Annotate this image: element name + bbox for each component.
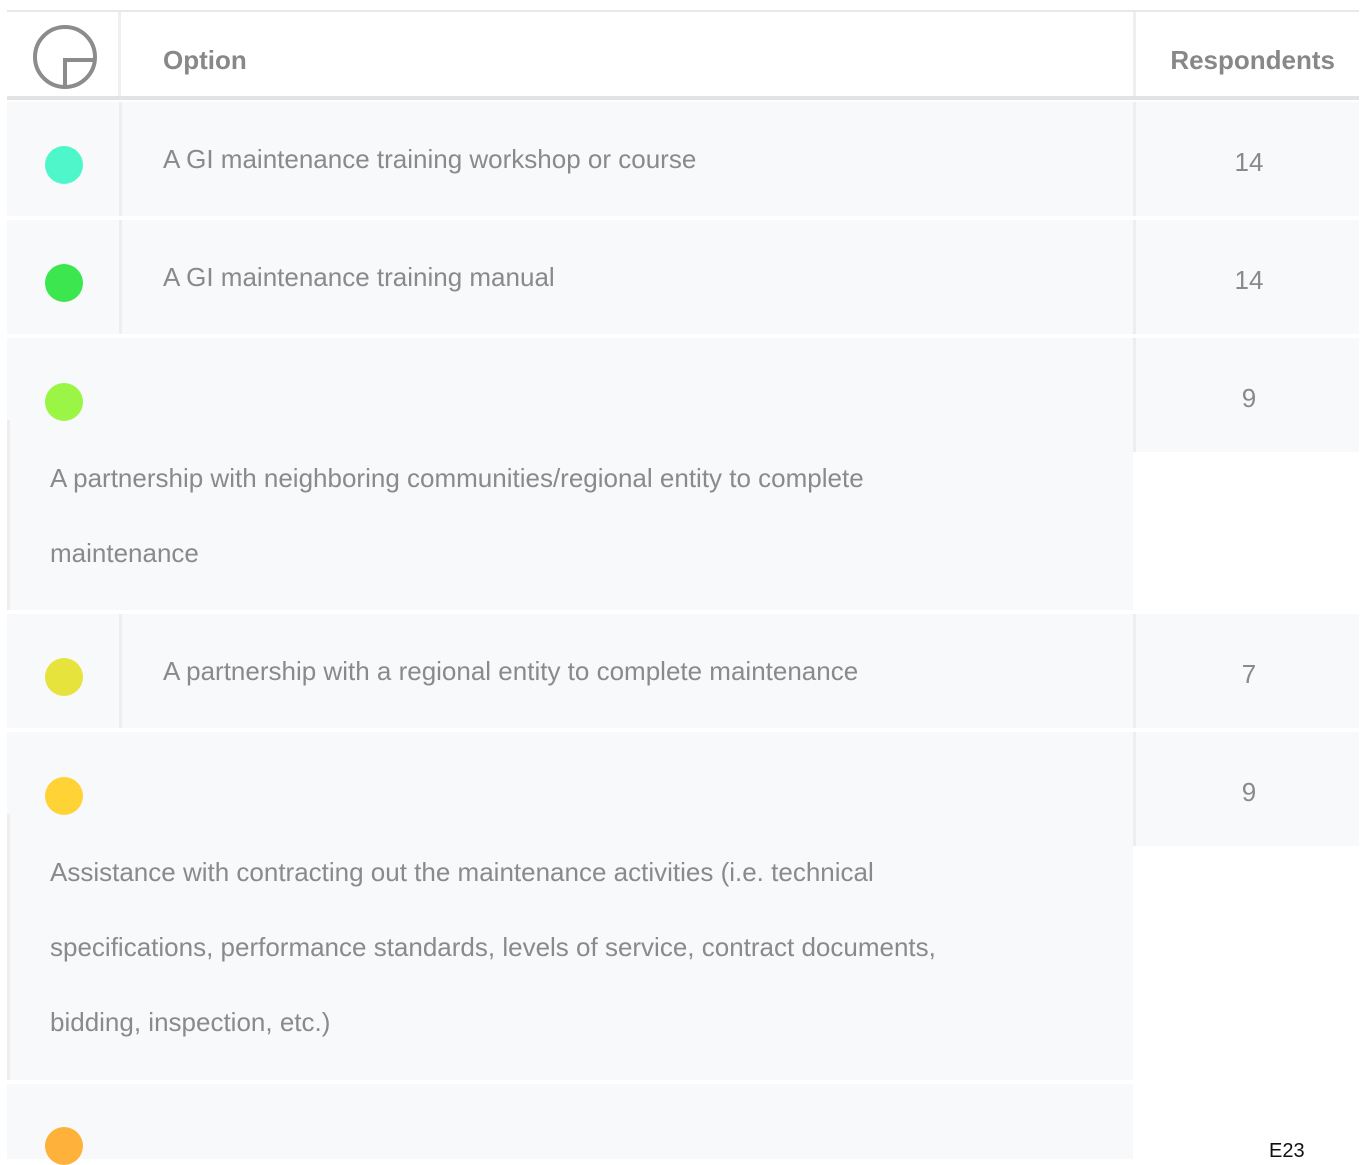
results-table: Option Respondents A GI maintenance trai…	[0, 0, 1360, 1165]
color-swatch	[45, 264, 83, 302]
color-swatch	[45, 658, 83, 696]
option-label-line-3: bidding, inspection, etc.)	[50, 1007, 331, 1037]
option-label-line-2: maintenance	[50, 538, 199, 568]
option-label: A GI maintenance training workshop or co…	[163, 144, 697, 174]
header-logo-cell	[7, 12, 121, 96]
option-label-line-1: Assistance with contracting out the main…	[50, 857, 874, 887]
option-label: A GI maintenance training manual	[163, 262, 555, 292]
color-swatch	[45, 1127, 83, 1165]
option-label-line-2: specifications, performance standards, l…	[50, 932, 936, 962]
color-swatch	[45, 383, 83, 421]
respondent-count: 14	[1234, 265, 1264, 295]
color-swatch	[45, 777, 83, 815]
respondent-count: 7	[1241, 659, 1257, 689]
option-label-line-1: A partnership with neighboring communiti…	[50, 463, 864, 493]
option-label: A partnership with a regional entity to …	[163, 656, 859, 686]
option-column-header[interactable]: Option	[163, 45, 247, 76]
page-identifier: E23	[1269, 1140, 1305, 1162]
respondents-column-header[interactable]: Respondents	[1170, 45, 1335, 76]
respondent-count: 9	[1241, 383, 1257, 413]
circle-corner-logo-icon	[33, 25, 97, 89]
table-header: Option Respondents	[7, 10, 1359, 100]
respondent-count: 14	[1234, 147, 1264, 177]
respondent-count: 9	[1241, 777, 1257, 807]
respondents-column-cell: Respondents	[1133, 12, 1359, 96]
color-swatch	[45, 146, 83, 184]
